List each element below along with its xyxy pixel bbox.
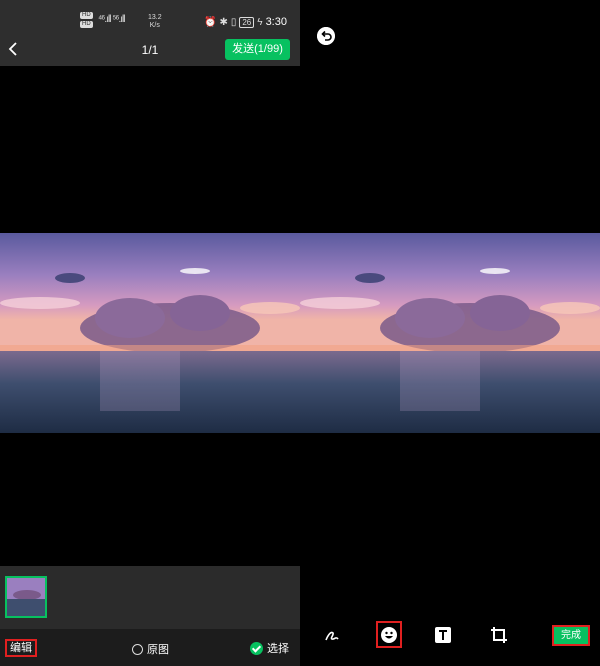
pen-icon[interactable] bbox=[320, 623, 344, 647]
charging-icon: ϟ bbox=[257, 16, 263, 28]
header-bar: HD HD ⁴⁶.ıll ⁵⁶.ıll 13.2 K/s ⏰ ✱ ▯ 26 ϟ … bbox=[0, 0, 300, 66]
preview-panel: HD HD ⁴⁶.ıll ⁵⁶.ıll 13.2 K/s ⏰ ✱ ▯ 26 ϟ … bbox=[0, 0, 300, 666]
edit-button[interactable]: 编辑 bbox=[5, 639, 37, 657]
select-label: 选择 bbox=[267, 643, 289, 655]
check-circle-icon[interactable] bbox=[250, 641, 263, 655]
crop-icon[interactable] bbox=[487, 623, 511, 647]
send-button[interactable]: 发送(1/99) bbox=[225, 39, 290, 60]
clock: 3:30 bbox=[265, 16, 287, 28]
editing-photo bbox=[300, 233, 600, 433]
selected-thumbnail[interactable] bbox=[5, 576, 47, 618]
alarm-icon: ⏰ bbox=[204, 16, 217, 28]
text-icon[interactable] bbox=[431, 623, 455, 647]
undo-icon[interactable] bbox=[317, 27, 335, 45]
edit-toolbar: 完成 bbox=[300, 620, 600, 650]
status-right: ⏰ ✱ ▯ 26 ϟ 3:30 bbox=[204, 16, 287, 28]
hd-badge: HD bbox=[80, 12, 93, 19]
select-toggle[interactable]: 选择 bbox=[250, 640, 289, 656]
editor-panel: 完成 bbox=[300, 0, 600, 666]
speed-value: 13.2 bbox=[148, 14, 162, 21]
network-speed: 13.2 K/s bbox=[148, 14, 162, 30]
vibrate-icon: ▯ bbox=[230, 16, 237, 28]
radio-icon[interactable] bbox=[132, 643, 143, 655]
bottom-bar: 编辑 原图 选择 bbox=[0, 629, 300, 666]
done-button[interactable]: 完成 bbox=[552, 625, 590, 646]
thumbnail-strip bbox=[0, 566, 300, 629]
original-toggle[interactable]: 原图 bbox=[132, 641, 169, 657]
emoji-icon[interactable] bbox=[376, 621, 402, 648]
hd-badge: HD bbox=[80, 21, 93, 28]
original-label: 原图 bbox=[147, 644, 169, 656]
preview-photo bbox=[0, 233, 300, 433]
hd-indicators: HD HD bbox=[80, 12, 93, 28]
speed-unit: K/s bbox=[149, 22, 160, 29]
signal-icon: ⁴⁶.ıll ⁵⁶.ıll bbox=[98, 14, 125, 25]
bluetooth-icon: ✱ bbox=[219, 16, 228, 28]
status-bar: HD HD ⁴⁶.ıll ⁵⁶.ıll 13.2 K/s ⏰ ✱ ▯ 26 ϟ … bbox=[0, 10, 300, 32]
battery-level: 26 bbox=[239, 16, 255, 28]
